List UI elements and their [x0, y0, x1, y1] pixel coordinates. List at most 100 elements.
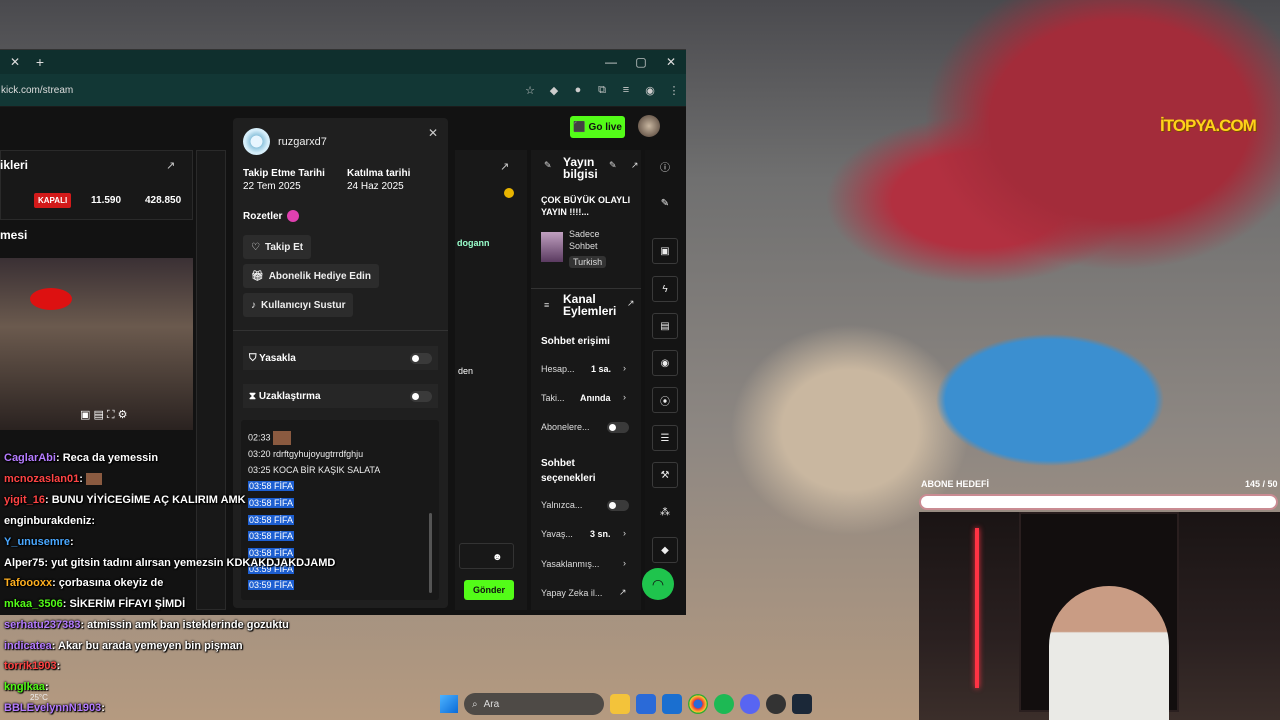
preview-controls-icon[interactable]: ▣ ▤ ⛶ ⚙ — [80, 408, 128, 422]
discord-icon[interactable] — [740, 694, 760, 714]
popout-icon[interactable]: ↗ — [166, 159, 175, 172]
store-icon[interactable] — [636, 694, 656, 714]
mute-user-button[interactable]: ♪ Kullanıcıyı Sustur — [243, 293, 354, 317]
folder-icon[interactable] — [610, 694, 630, 714]
popout-icon[interactable]: ↗ — [627, 298, 635, 309]
profile-icon[interactable]: ◉ — [638, 84, 662, 97]
weather-widget[interactable]: 25°C — [30, 693, 48, 702]
chat-access-title: Sohbet erişimi — [541, 336, 610, 347]
username[interactable]: ruzgarxd7 — [278, 136, 327, 148]
avatar — [243, 128, 270, 155]
sub-goal-progress-bar — [919, 494, 1278, 510]
chat-message: knglkaa: — [4, 681, 49, 693]
screen-icon[interactable]: ▣ — [652, 238, 678, 264]
document-icon[interactable]: ▤ — [652, 313, 678, 339]
chevron-right-icon[interactable]: › — [623, 558, 626, 568]
timeout-toggle[interactable] — [410, 390, 432, 402]
setting-row[interactable]: Hesap... — [541, 364, 575, 374]
close-window-button[interactable]: ✕ — [656, 55, 686, 69]
spotify-icon[interactable] — [714, 694, 734, 714]
avatar[interactable] — [638, 115, 660, 137]
taskbar: ⌕ Ara — [430, 688, 850, 720]
setting-row[interactable]: Yalnızca... — [541, 500, 582, 510]
steam-icon[interactable] — [792, 694, 812, 714]
puzzle-icon[interactable]: ⧉ — [590, 84, 614, 97]
chat-strip — [196, 150, 226, 610]
extension-icon[interactable]: ◆ — [542, 84, 566, 97]
timeout-toggle-row[interactable]: ⧗ Uzaklaştırma — [243, 384, 438, 408]
pencil-icon[interactable]: ✎ — [652, 190, 678, 216]
setting-row[interactable]: Yasaklanmış... — [541, 559, 599, 569]
extension-icon[interactable]: ● — [566, 84, 590, 96]
close-tab-icon[interactable]: ✕ — [0, 55, 30, 69]
send-button[interactable]: Gönder — [464, 580, 514, 600]
wrench-icon[interactable]: ⚒ — [652, 462, 678, 488]
windows-start-icon[interactable] — [440, 695, 458, 713]
menu-icon[interactable]: ⋮ — [662, 84, 686, 97]
chevron-right-icon[interactable]: › — [623, 392, 626, 402]
log-entry: 03:20 rdrftgyhujoyugtrrdfghju — [248, 449, 364, 459]
new-tab-button[interactable]: + — [30, 54, 50, 70]
ban-toggle[interactable] — [410, 352, 432, 364]
actions-title: Kanal Eylemleri — [563, 292, 617, 318]
chevron-right-icon[interactable]: › — [623, 363, 626, 373]
external-link-icon[interactable]: ↗ — [619, 587, 627, 598]
chevron-right-icon[interactable]: › — [623, 528, 626, 538]
popout-icon[interactable]: ↗ — [500, 160, 509, 173]
chat-input[interactable] — [459, 543, 514, 569]
setting-row[interactable]: Taki... — [541, 393, 565, 403]
chrome-icon[interactable] — [688, 694, 708, 714]
stat-value: 11.590 — [91, 195, 122, 206]
taskbar-search[interactable]: ⌕ Ara — [464, 693, 604, 715]
log-entry: 03:58 FİFA — [248, 531, 295, 541]
sub-only-toggle[interactable] — [607, 422, 629, 433]
emote-only-toggle[interactable] — [607, 500, 629, 511]
sponsor-logo: İTOPYA.COM — [1160, 116, 1257, 135]
emote-icon — [85, 473, 102, 486]
media-icon[interactable]: ≡ — [614, 84, 638, 96]
emoji-icon[interactable]: ☻ — [492, 552, 503, 563]
diamond-icon[interactable]: ◆ — [652, 537, 678, 563]
chat-options-title: Sohbet seçenekleri — [541, 458, 596, 484]
minimize-button[interactable]: — — [596, 55, 626, 69]
popout-icon[interactable]: ↗ — [631, 160, 639, 171]
setting-row[interactable]: Abonelere... — [541, 422, 590, 432]
mail-icon[interactable] — [662, 694, 682, 714]
category-thumbnail — [541, 232, 563, 262]
headset-icon[interactable]: ◠ — [642, 568, 674, 600]
log-entry: 03:58 FİFA — [248, 481, 295, 491]
gift-sub-button[interactable]: 🎁︎ Abonelik Hediye Edin — [243, 264, 379, 288]
info-icon[interactable]: ⓘ — [652, 153, 678, 179]
stream-preview[interactable]: ▣ ▤ ⛶ ⚙ — [0, 258, 193, 430]
setting-value: 3 sn. — [590, 529, 611, 539]
url-text[interactable]: kick.com/stream — [0, 85, 518, 96]
broadcast-icon[interactable]: ⦿ — [652, 387, 678, 413]
broadcast-icon: ⬛ — [573, 121, 586, 133]
address-bar[interactable]: kick.com/stream ☆ ◆ ● ⧉ ≡ ◉ ⋮ — [0, 74, 686, 106]
lightning-icon[interactable]: ϟ — [652, 276, 678, 302]
go-live-button[interactable]: ⬛ Go live — [570, 116, 625, 138]
close-icon[interactable]: ✕ — [428, 126, 438, 140]
ban-toggle-row[interactable]: ⛉ Yasakla — [243, 346, 438, 370]
emote-icon — [273, 431, 292, 445]
layers-icon[interactable]: ☰ — [652, 425, 678, 451]
chat-icon[interactable]: ◉ — [652, 350, 678, 376]
maximize-button[interactable]: ▢ — [626, 55, 656, 69]
setting-row[interactable]: Yavaş... — [541, 529, 573, 539]
scrollbar[interactable] — [429, 513, 432, 593]
chat-panel: dogann den — [455, 150, 527, 610]
pin-icon: ✎ — [544, 160, 552, 170]
ban-label: ⛉ Yasakla — [249, 352, 296, 364]
chat-user[interactable]: dogann — [457, 238, 490, 248]
app-icon[interactable] — [766, 694, 786, 714]
edit-icon[interactable]: ✎ — [609, 160, 617, 171]
bookmark-star-icon[interactable]: ☆ — [518, 84, 542, 97]
chat-message: torrik1903: — [4, 660, 61, 672]
log-entry: 03:58 FİFA — [248, 515, 295, 525]
sub-goal-label: ABONE HEDEFİ — [921, 479, 990, 489]
setting-row[interactable]: Yapay Zeka il... — [541, 588, 602, 598]
gavel-icon: ≡ — [544, 300, 550, 310]
heart-icon: ♡ — [251, 241, 260, 253]
share-icon[interactable]: ⁂ — [652, 499, 678, 525]
follow-button[interactable]: ♡ Takip Et — [243, 235, 312, 259]
